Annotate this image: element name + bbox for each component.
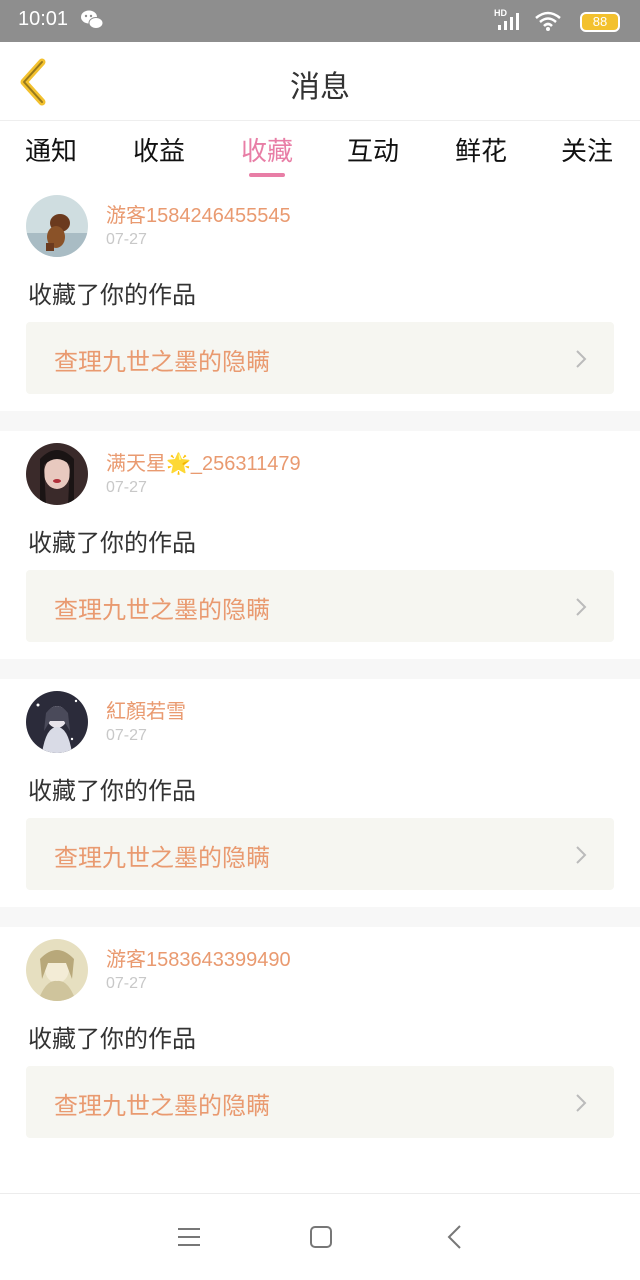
tab-label: 关注 [560, 137, 613, 167]
avatar[interactable] [26, 691, 88, 753]
system-nav-bar [0, 1193, 640, 1280]
chevron-right-icon [576, 350, 587, 368]
work-title: 查理九世之墨的隐瞒 [54, 844, 270, 872]
square-icon [310, 1226, 332, 1248]
message-date: 07-27 [106, 479, 147, 496]
nav-menu-button[interactable] [174, 1222, 204, 1252]
divider [0, 659, 640, 679]
username[interactable]: 满天星🌟_256311479 [106, 447, 301, 476]
username[interactable]: 游客1584246455545 [106, 199, 291, 228]
tab-bar: 通知 收益 收藏 互动 鲜花 关注 [0, 121, 640, 183]
username[interactable]: 紅顏若雪 [106, 695, 186, 724]
status-time: 10:01 [18, 8, 69, 30]
app-header: 消息 [0, 42, 640, 121]
divider [0, 907, 640, 927]
message-date: 07-27 [106, 975, 147, 992]
work-link[interactable]: 查理九世之墨的隐瞒 [26, 322, 614, 394]
tab-label: 鲜花 [454, 137, 507, 167]
message-action: 收藏了你的作品 [28, 281, 196, 309]
work-title: 查理九世之墨的隐瞒 [54, 348, 270, 376]
page-title: 消息 [290, 70, 350, 105]
wifi-icon [534, 10, 562, 36]
avatar[interactable] [26, 443, 88, 505]
tab-interactions[interactable]: 互动 [328, 131, 418, 168]
work-title: 查理九世之墨的隐瞒 [54, 1092, 270, 1120]
avatar[interactable] [26, 939, 88, 1001]
work-link[interactable]: 查理九世之墨的隐瞒 [26, 570, 614, 642]
message-action: 收藏了你的作品 [28, 1025, 196, 1053]
list-item: 满天星🌟_256311479 07-27 收藏了你的作品 查理九世之墨的隐瞒 [0, 431, 640, 659]
signal-icon [496, 11, 522, 35]
message-date: 07-27 [106, 727, 147, 744]
message-list: 游客1584246455545 07-27 收藏了你的作品 查理九世之墨的隐瞒 … [0, 183, 640, 1155]
tab-label: 互动 [346, 137, 399, 167]
nav-home-button[interactable] [306, 1222, 336, 1252]
work-link[interactable]: 查理九世之墨的隐瞒 [26, 818, 614, 890]
status-bar: 10:01 HD 88 [0, 0, 640, 42]
active-tab-indicator [249, 173, 285, 177]
message-action: 收藏了你的作品 [28, 777, 196, 805]
battery-icon: 88 [580, 12, 620, 32]
tab-label: 收藏 [240, 137, 293, 167]
chevron-right-icon [576, 598, 587, 616]
divider [0, 411, 640, 431]
nav-back-button[interactable] [440, 1222, 470, 1252]
message-action: 收藏了你的作品 [28, 529, 196, 557]
chevron-right-icon [576, 846, 587, 864]
list-item: 游客1584246455545 07-27 收藏了你的作品 查理九世之墨的隐瞒 [0, 183, 640, 411]
menu-icon [178, 1228, 200, 1246]
list-item: 游客1583643399490 07-27 收藏了你的作品 查理九世之墨的隐瞒 [0, 927, 640, 1155]
tab-follows[interactable]: 关注 [542, 131, 632, 168]
list-item: 紅顏若雪 07-27 收藏了你的作品 查理九世之墨的隐瞒 [0, 679, 640, 907]
tab-label: 通知 [24, 137, 77, 167]
work-link[interactable]: 查理九世之墨的隐瞒 [26, 1066, 614, 1138]
message-date: 07-27 [106, 231, 147, 248]
tab-earnings[interactable]: 收益 [114, 131, 204, 168]
tab-flowers[interactable]: 鲜花 [436, 131, 526, 168]
tab-notifications[interactable]: 通知 [6, 131, 96, 168]
chevron-right-icon [576, 1094, 587, 1112]
wechat-icon [80, 9, 104, 35]
avatar[interactable] [26, 195, 88, 257]
work-title: 查理九世之墨的隐瞒 [54, 596, 270, 624]
tab-label: 收益 [132, 137, 185, 167]
username[interactable]: 游客1583643399490 [106, 943, 291, 972]
tab-favorites[interactable]: 收藏 [222, 131, 312, 177]
back-icon [447, 1225, 461, 1249]
